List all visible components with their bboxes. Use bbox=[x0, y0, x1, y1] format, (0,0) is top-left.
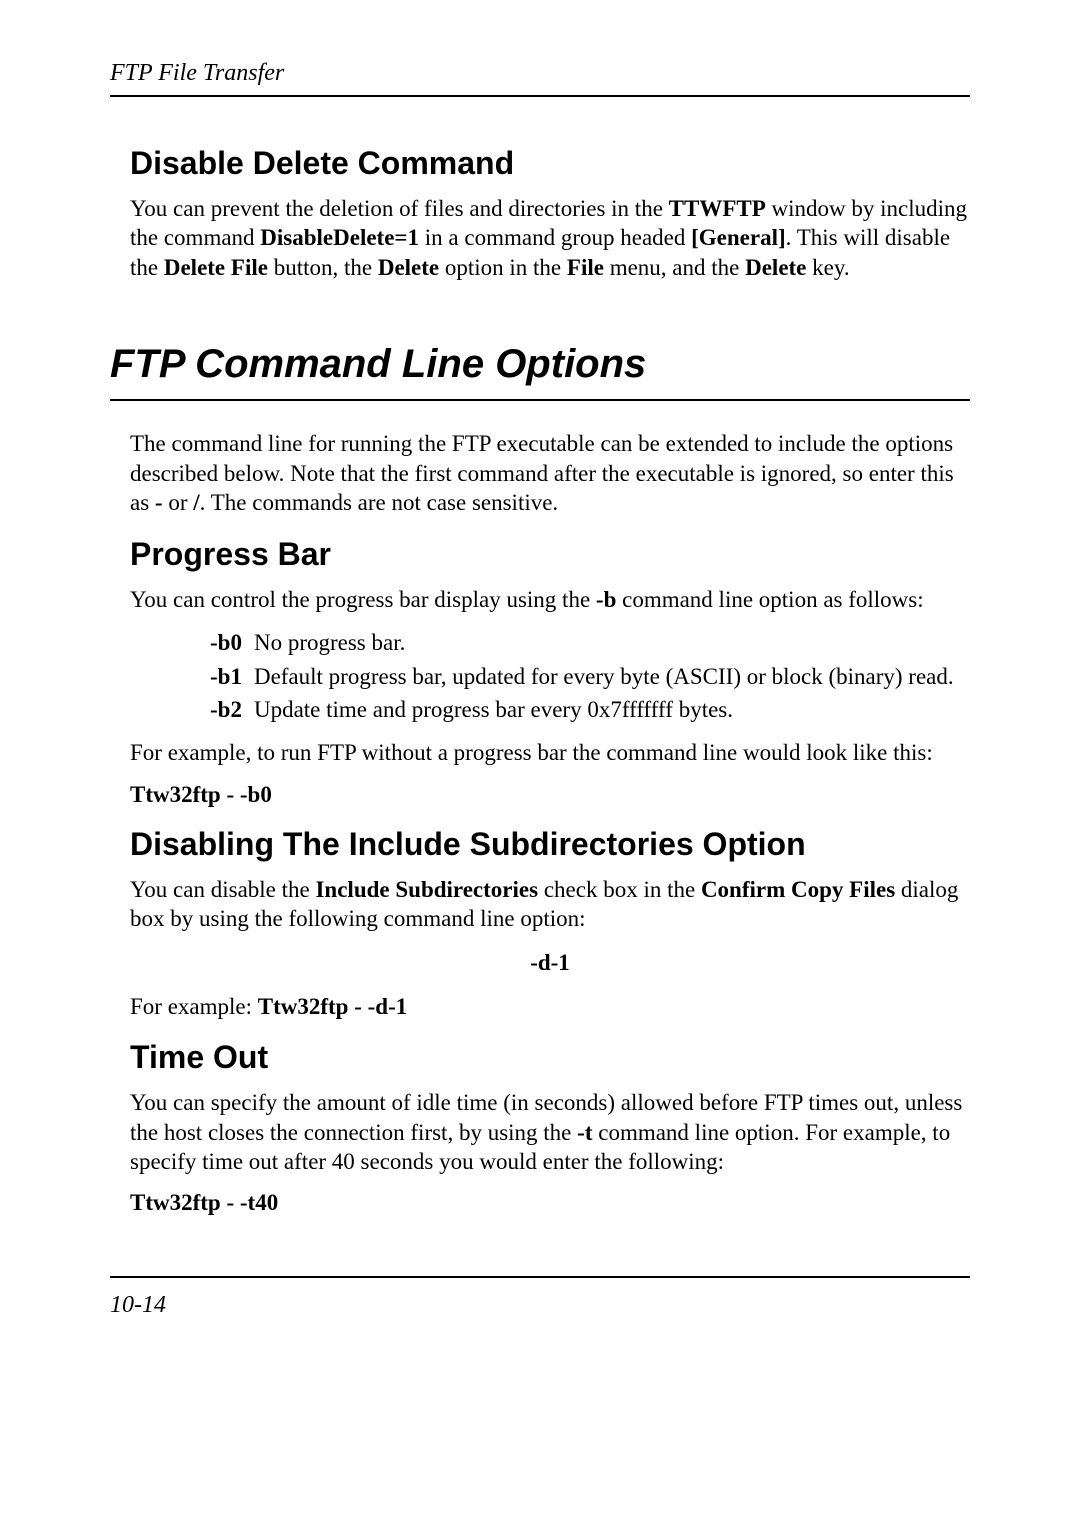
option-desc: Default progress bar, updated for every … bbox=[254, 662, 966, 695]
option-desc: Update time and progress bar every 0x7ff… bbox=[254, 695, 966, 728]
text: in a command group headed bbox=[419, 225, 691, 250]
text: You can control the progress bar display… bbox=[130, 587, 596, 612]
option-key: -b0 bbox=[210, 628, 254, 661]
text: option in the bbox=[439, 255, 567, 280]
option-key: -b2 bbox=[210, 695, 254, 728]
para: For example: Ttw32ftp - -d-1 bbox=[130, 992, 970, 1021]
section-timeout: Time Out You can specify the amount of i… bbox=[130, 1039, 970, 1216]
section-cli: FTP Command Line Options The command lin… bbox=[110, 342, 970, 517]
text: check box in the bbox=[538, 877, 701, 902]
text-bold: [General] bbox=[691, 225, 786, 250]
text-bold: Include Subdirectories bbox=[315, 877, 538, 902]
para: You can prevent the deletion of files an… bbox=[130, 194, 970, 282]
text: button, the bbox=[268, 255, 378, 280]
text-bold: -t bbox=[577, 1120, 592, 1145]
command-line-example: Ttw32ftp - -t40 bbox=[130, 1190, 970, 1216]
para: You can control the progress bar display… bbox=[130, 585, 970, 614]
text-bold: DisableDelete=1 bbox=[260, 225, 419, 250]
text-bold: Delete File bbox=[164, 255, 268, 280]
text-bold: File bbox=[567, 255, 604, 280]
options-table: -b0 No progress bar. -b1 Default progres… bbox=[210, 628, 966, 728]
para: You can specify the amount of idle time … bbox=[130, 1088, 970, 1176]
text-bold: TTWFTP bbox=[669, 196, 766, 221]
command-line-example: Ttw32ftp - -b0 bbox=[130, 782, 970, 808]
table-row: -b1 Default progress bar, updated for ev… bbox=[210, 662, 966, 695]
section-progress: Progress Bar You can control the progres… bbox=[130, 536, 970, 808]
text-bold: -b bbox=[596, 587, 616, 612]
option-key: -b1 bbox=[210, 662, 254, 695]
text-bold: Confirm Copy Files bbox=[701, 877, 895, 902]
command-line-example: Ttw32ftp - -d-1 bbox=[258, 994, 408, 1019]
document-page: FTP File Transfer Disable Delete Command… bbox=[0, 0, 1080, 1359]
text: For example: bbox=[130, 994, 258, 1019]
section-disable-delete: Disable Delete Command You can prevent t… bbox=[130, 145, 970, 282]
heading-cli: FTP Command Line Options bbox=[110, 342, 970, 387]
table-row: -b0 No progress bar. bbox=[210, 628, 966, 661]
text-bold: - bbox=[155, 490, 163, 515]
text: You can disable the bbox=[130, 877, 315, 902]
text: . The commands are not case sensitive. bbox=[200, 490, 559, 515]
text-bold: Delete bbox=[378, 255, 439, 280]
para: The command line for running the FTP exe… bbox=[130, 429, 970, 517]
page-number: 10-14 bbox=[110, 1292, 166, 1318]
text: You can prevent the deletion of files an… bbox=[130, 196, 669, 221]
para: For example, to run FTP without a progre… bbox=[130, 738, 970, 767]
heading-subdirs: Disabling The Include Subdirectories Opt… bbox=[130, 826, 970, 863]
text: key. bbox=[806, 255, 849, 280]
table-row: -b2 Update time and progress bar every 0… bbox=[210, 695, 966, 728]
heading-disable-delete: Disable Delete Command bbox=[130, 145, 970, 182]
para: You can disable the Include Subdirectori… bbox=[130, 875, 970, 934]
text: menu, and the bbox=[604, 255, 745, 280]
option-desc: No progress bar. bbox=[254, 628, 966, 661]
text: command line option as follows: bbox=[616, 587, 923, 612]
page-footer: 10-14 bbox=[110, 1276, 970, 1319]
section-subdirs: Disabling The Include Subdirectories Opt… bbox=[130, 826, 970, 1021]
running-header: FTP File Transfer bbox=[110, 60, 970, 97]
text: or bbox=[163, 490, 194, 515]
text-bold: Delete bbox=[745, 255, 806, 280]
heading-progress: Progress Bar bbox=[130, 536, 970, 573]
option-centered: -d-1 bbox=[130, 950, 970, 976]
heading-timeout: Time Out bbox=[130, 1039, 970, 1076]
